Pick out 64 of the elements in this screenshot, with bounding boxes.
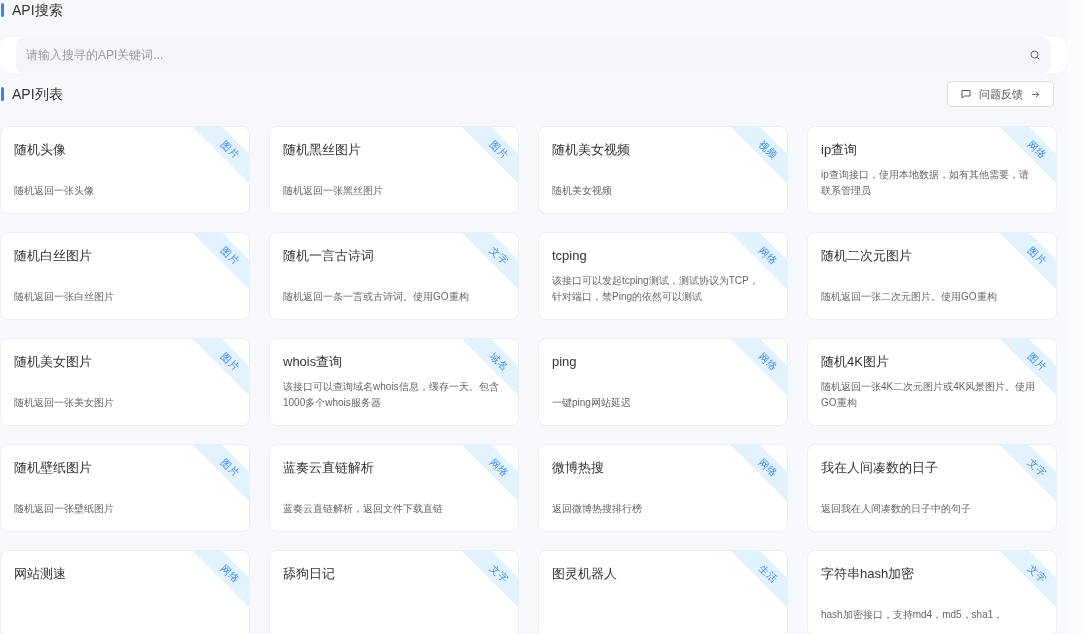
api-title: 随机美女图片 bbox=[14, 353, 92, 371]
api-card[interactable]: 随机4K图片 随机返回一张4K二次元图片或4K风景图片。使用GO重构 图片 bbox=[807, 338, 1057, 426]
api-description: 随机返回一张二次元图片。使用GO重构 bbox=[821, 290, 998, 304]
api-description: 该接口可以发起tcping测试，测试协议为TCP，针对端口，禁Ping的依然可以测试 bbox=[552, 274, 760, 304]
chat-icon bbox=[960, 88, 972, 100]
api-title: 我在人间凑数的日子 bbox=[821, 459, 938, 477]
api-card[interactable]: 随机美女图片 随机返回一张美女图片 图片 bbox=[0, 338, 250, 426]
api-title: 字符串hash加密 bbox=[821, 565, 915, 583]
api-title: 舔狗日记 bbox=[283, 565, 335, 583]
api-card[interactable]: 随机黑丝图片 随机返回一张黑丝图片 图片 bbox=[269, 126, 519, 214]
api-description: 随机返回一张壁纸图片 bbox=[14, 502, 115, 516]
api-title: 随机壁纸图片 bbox=[14, 459, 92, 477]
api-card[interactable]: 随机美女视频 随机美女视频 视频 bbox=[538, 126, 788, 214]
api-title: 随机美女视频 bbox=[552, 141, 630, 159]
api-title: 蓝奏云直链解析 bbox=[283, 459, 374, 477]
api-card[interactable]: 网站测速 网络 bbox=[0, 550, 250, 634]
api-description: 随机美女视频 bbox=[552, 184, 613, 198]
api-description: hash加密接口，支持md4，md5，sha1， bbox=[821, 608, 1005, 622]
api-card[interactable]: ip查询 ip查询接口，使用本地数据，如有其他需要，请联系管理员 网络 bbox=[807, 126, 1057, 214]
api-title: ip查询 bbox=[821, 141, 858, 159]
api-card[interactable]: 蓝奏云直链解析 蓝奏云直链解析，返回文件下载直链 网络 bbox=[269, 444, 519, 532]
api-description: 随机返回一张美女图片 bbox=[14, 396, 115, 410]
api-title: 图灵机器人 bbox=[552, 565, 617, 583]
api-card[interactable]: 微博热搜 返回微博热搜排行榜 网络 bbox=[538, 444, 788, 532]
api-card[interactable]: 随机二次元图片 随机返回一张二次元图片。使用GO重构 图片 bbox=[807, 232, 1057, 320]
api-description: 返回微博热搜排行榜 bbox=[552, 502, 643, 516]
api-description: 随机返回一张头像 bbox=[14, 184, 95, 198]
api-card[interactable]: tcping 该接口可以发起tcping测试，测试协议为TCP，针对端口，禁Ping的依然可以测试 网络 bbox=[538, 232, 788, 320]
api-title: 网站测速 bbox=[14, 565, 66, 583]
api-description: 返回我在人间凑数的日子中的句子 bbox=[821, 502, 972, 516]
api-title: ping bbox=[552, 353, 577, 371]
api-title: 随机二次元图片 bbox=[821, 247, 912, 265]
arrow-right-icon bbox=[1030, 88, 1041, 100]
api-card[interactable]: 随机头像 随机返回一张头像 图片 bbox=[0, 126, 250, 214]
api-description: 随机返回一张4K二次元图片或4K风景图片。使用GO重构 bbox=[821, 380, 1037, 410]
api-title: 随机一言古诗词 bbox=[283, 247, 374, 265]
section-title: API搜索 bbox=[12, 0, 63, 20]
api-card[interactable]: 随机一言古诗词 随机返回一条一言或古诗词。使用GO重构 文字 bbox=[269, 232, 519, 320]
api-description: 该接口可以查询域名whois信息，缓存一天。包含1000多个whois服务器 bbox=[283, 380, 500, 410]
api-description: ip查询接口，使用本地数据，如有其他需要，请联系管理员 bbox=[821, 168, 1030, 198]
api-description: 蓝奏云直链解析，返回文件下载直链 bbox=[283, 502, 444, 516]
api-card[interactable]: whois查询 该接口可以查询域名whois信息，缓存一天。包含1000多个whois服务器 域名 bbox=[269, 338, 519, 426]
api-title: 微博热搜 bbox=[552, 459, 604, 477]
api-card[interactable]: 图灵机器人 生活 bbox=[538, 550, 788, 634]
api-card[interactable]: 舔狗日记 文字 bbox=[269, 550, 519, 634]
search-icon bbox=[1029, 49, 1041, 61]
api-description: 一键ping网站延迟 bbox=[552, 396, 632, 410]
api-title: 随机白丝图片 bbox=[14, 247, 92, 265]
api-card[interactable]: 随机壁纸图片 随机返回一张壁纸图片 图片 bbox=[0, 444, 250, 532]
api-description: 随机返回一张白丝图片 bbox=[14, 290, 115, 304]
search-field[interactable]: 请输入搜寻的API关键词... bbox=[16, 37, 1051, 73]
api-card[interactable]: 字符串hash加密 hash加密接口，支持md4，md5，sha1， 文字 bbox=[807, 550, 1057, 634]
api-title: tcping bbox=[552, 247, 587, 265]
api-title: 随机黑丝图片 bbox=[283, 141, 361, 159]
api-card[interactable]: ping 一键ping网站延迟 网络 bbox=[538, 338, 788, 426]
api-description: 随机返回一条一言或古诗词。使用GO重构 bbox=[283, 290, 470, 304]
feedback-button[interactable]: 问题反馈 bbox=[947, 81, 1054, 107]
api-card[interactable]: 随机白丝图片 随机返回一张白丝图片 图片 bbox=[0, 232, 250, 320]
api-card[interactable]: 我在人间凑数的日子 返回我在人间凑数的日子中的句子 文字 bbox=[807, 444, 1057, 532]
section-title: API列表 bbox=[12, 84, 63, 104]
api-title: 随机头像 bbox=[14, 141, 66, 159]
api-title: 随机4K图片 bbox=[821, 353, 889, 371]
api-title: whois查询 bbox=[283, 353, 343, 371]
api-description: 随机返回一张黑丝图片 bbox=[283, 184, 384, 198]
